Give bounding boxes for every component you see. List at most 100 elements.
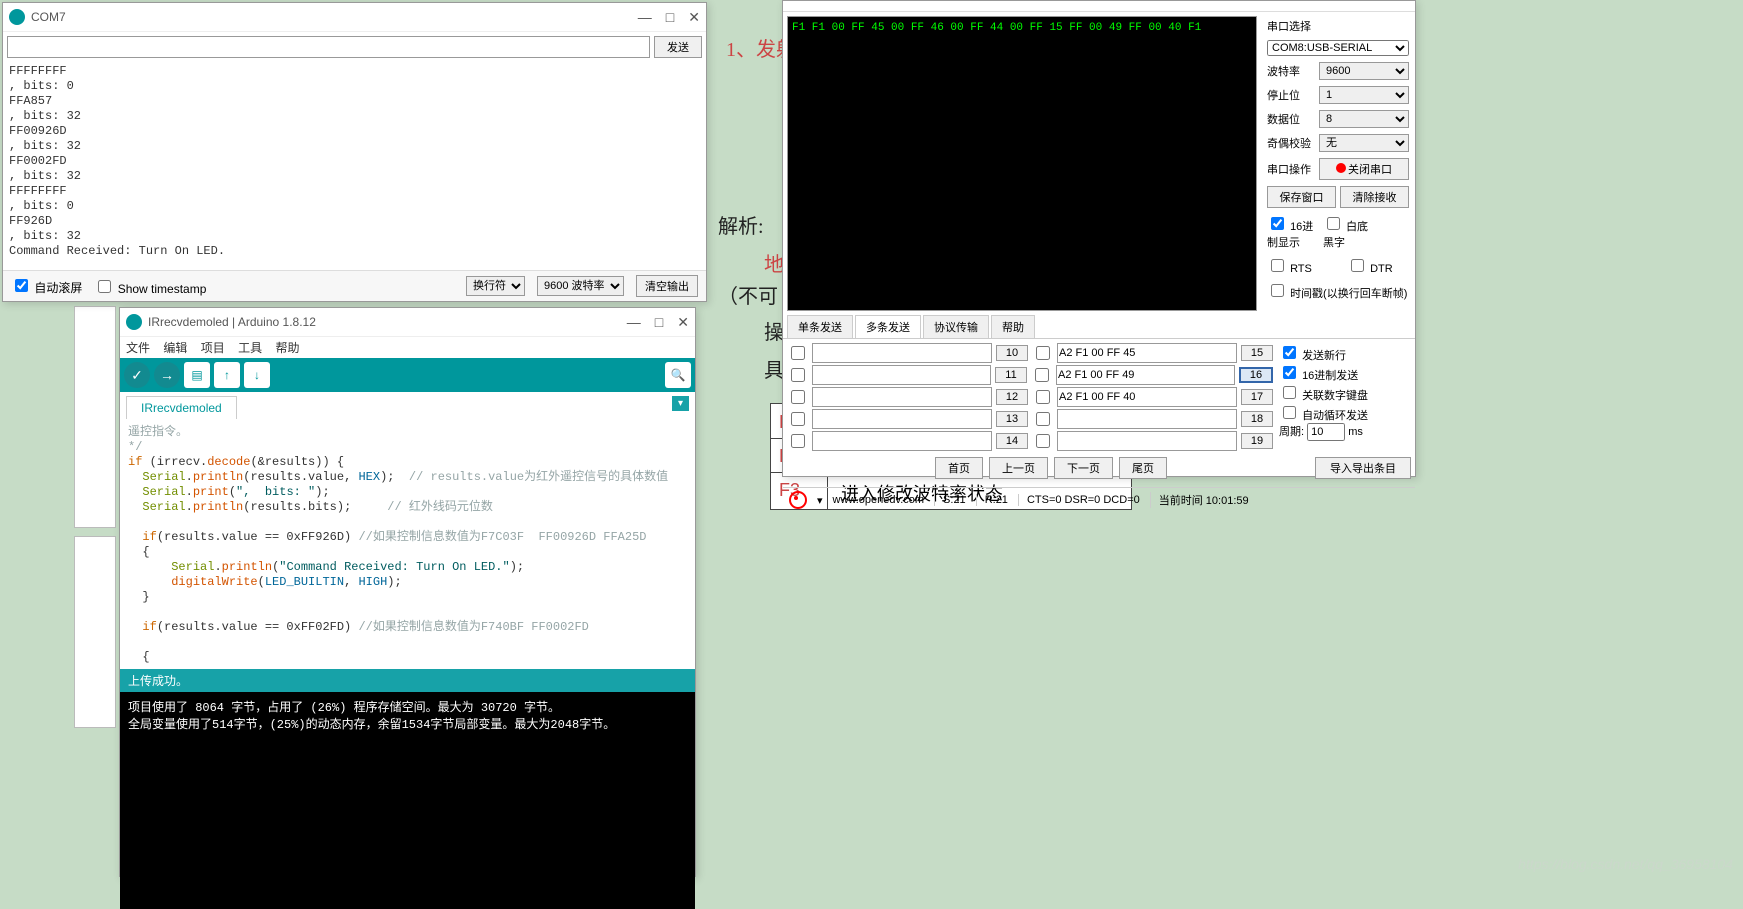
send-btn-19[interactable]: 19: [1241, 433, 1273, 449]
menu-help[interactable]: 帮助: [275, 341, 299, 355]
code-editor[interactable]: 遥控指令。 */ if (irrecv.decode(&results)) { …: [120, 419, 695, 669]
minimize-icon[interactable]: —: [627, 314, 641, 331]
menu-file[interactable]: 文件: [126, 341, 150, 355]
clear-output-button[interactable]: 清空输出: [636, 275, 698, 297]
pager-first[interactable]: 首页: [935, 457, 983, 479]
row-check[interactable]: [1036, 390, 1050, 404]
serial-monitor-button[interactable]: 🔍: [665, 362, 691, 388]
stopbits-select[interactable]: 1: [1319, 86, 1409, 104]
send-field-b[interactable]: [1056, 365, 1235, 385]
new-button[interactable]: ▤: [184, 362, 210, 388]
databits-select[interactable]: 8: [1319, 110, 1409, 128]
send-btn-10[interactable]: 10: [996, 345, 1028, 361]
portop-label: 串口操作: [1267, 161, 1315, 177]
import-export-button[interactable]: 导入导出条目: [1315, 457, 1411, 479]
titlebar[interactable]: IRrecvdemoled | Arduino 1.8.12 — □ ✕: [120, 308, 695, 337]
recv-count: R:21: [976, 494, 1008, 506]
send-field-a[interactable]: [812, 343, 992, 363]
row-check[interactable]: [791, 368, 805, 382]
send-field-b[interactable]: [1057, 387, 1237, 407]
send-btn-16[interactable]: 16: [1239, 367, 1273, 383]
port-label: 串口选择: [1267, 18, 1409, 34]
tab-multi[interactable]: 多条发送: [855, 315, 921, 338]
row-check[interactable]: [791, 346, 805, 360]
parity-select[interactable]: 无: [1319, 134, 1409, 152]
row-check[interactable]: [791, 412, 805, 426]
baud-select[interactable]: 9600 波特率: [537, 276, 624, 296]
sent-count: S:21: [934, 494, 966, 506]
bg-thumb: [74, 306, 116, 528]
close-icon[interactable]: ✕: [677, 314, 689, 331]
menubar[interactable]: 文件 编辑 项目 工具 帮助: [120, 337, 695, 358]
row-check[interactable]: [791, 390, 805, 404]
whitebg-checkbox[interactable]: 白底黑字: [1323, 214, 1371, 250]
menu-edit[interactable]: 编辑: [163, 341, 187, 355]
tab-help[interactable]: 帮助: [991, 315, 1035, 338]
lineending-select[interactable]: 换行符: [466, 276, 525, 296]
compile-console: 项目使用了 8064 字节，占用了 (26%) 程序存储空间。最大为 30720…: [120, 692, 695, 909]
menu-tools[interactable]: 工具: [238, 341, 262, 355]
send-field-a[interactable]: [812, 431, 992, 451]
timestamp-checkbox[interactable]: 时间戳(以换行回车断帧): [1267, 288, 1407, 300]
send-btn-13[interactable]: 13: [996, 411, 1028, 427]
watermark: https://blog.csdn.net/qq_36958104: [1518, 856, 1733, 872]
tab-menu-icon[interactable]: ▾: [672, 396, 689, 411]
send-button[interactable]: 发送: [654, 36, 702, 58]
send-field-a[interactable]: [812, 387, 992, 407]
clear-rx-button[interactable]: 清除接收: [1340, 186, 1409, 208]
send-field-b[interactable]: [1057, 431, 1237, 451]
arduino-ide-window: IRrecvdemoled | Arduino 1.8.12 — □ ✕ 文件 …: [119, 307, 696, 877]
newline-checkbox[interactable]: 发送新行: [1279, 350, 1346, 362]
send-field-a[interactable]: [812, 365, 991, 385]
maximize-icon[interactable]: □: [655, 314, 663, 331]
send-btn-17[interactable]: 17: [1241, 389, 1273, 405]
multi-send-grid: 10151116121713181419 发送新行 16进制发送 关联数字键盘 …: [783, 339, 1415, 487]
ms-label: ms: [1348, 426, 1363, 438]
menu-sketch[interactable]: 项目: [201, 341, 225, 355]
send-btn-15[interactable]: 15: [1241, 345, 1273, 361]
verify-button[interactable]: ✓: [124, 362, 150, 388]
dropdown-icon[interactable]: ▾: [817, 494, 823, 507]
sketch-tab[interactable]: IRrecvdemoled: [126, 396, 237, 419]
timestamp-checkbox[interactable]: Show timestamp: [94, 277, 206, 296]
send-field-b[interactable]: [1057, 409, 1237, 429]
pager-prev[interactable]: 上一页: [989, 457, 1048, 479]
row-check[interactable]: [1036, 346, 1050, 360]
pager-next[interactable]: 下一页: [1054, 457, 1113, 479]
close-port-button[interactable]: 关闭串口: [1319, 158, 1409, 180]
send-btn-18[interactable]: 18: [1241, 411, 1273, 427]
row-check[interactable]: [1036, 412, 1050, 426]
send-input[interactable]: [7, 36, 650, 58]
row-check[interactable]: [791, 434, 805, 448]
cts-status: CTS=0 DSR=0 DCD=0: [1018, 494, 1140, 506]
titlebar[interactable]: [783, 1, 1415, 12]
save-button[interactable]: ↓: [244, 362, 270, 388]
baud-select[interactable]: 9600: [1319, 62, 1409, 80]
hexsend-checkbox[interactable]: 16进制发送: [1279, 370, 1358, 382]
upload-button[interactable]: →: [154, 362, 180, 388]
hexdisp-checkbox[interactable]: 16进制显示: [1267, 214, 1315, 250]
save-window-button[interactable]: 保存窗口: [1267, 186, 1336, 208]
send-btn-11[interactable]: 11: [995, 367, 1027, 383]
send-btn-14[interactable]: 14: [996, 433, 1028, 449]
dtr-checkbox[interactable]: DTR: [1347, 256, 1395, 275]
tab-protocol[interactable]: 协议传输: [923, 315, 989, 338]
period-input[interactable]: [1307, 423, 1345, 441]
send-field-a[interactable]: [812, 409, 992, 429]
send-btn-12[interactable]: 12: [996, 389, 1028, 405]
row-check[interactable]: [1035, 368, 1049, 382]
autoscroll-checkbox[interactable]: 自动滚屏: [11, 276, 82, 296]
close-icon[interactable]: ✕: [688, 9, 700, 26]
row-check[interactable]: [1036, 434, 1050, 448]
pager-last[interactable]: 尾页: [1119, 457, 1167, 479]
rts-checkbox[interactable]: RTS: [1267, 256, 1315, 275]
titlebar[interactable]: COM7 — □ ✕: [3, 3, 706, 32]
open-button[interactable]: ↑: [214, 362, 240, 388]
loop-checkbox[interactable]: 自动循环发送: [1279, 410, 1368, 422]
maximize-icon[interactable]: □: [666, 9, 674, 26]
port-select[interactable]: COM8:USB-SERIAL: [1267, 40, 1409, 56]
send-field-b[interactable]: [1057, 343, 1237, 363]
tab-single[interactable]: 单条发送: [787, 315, 853, 338]
minimize-icon[interactable]: —: [638, 9, 652, 26]
numpad-checkbox[interactable]: 关联数字键盘: [1279, 390, 1368, 402]
